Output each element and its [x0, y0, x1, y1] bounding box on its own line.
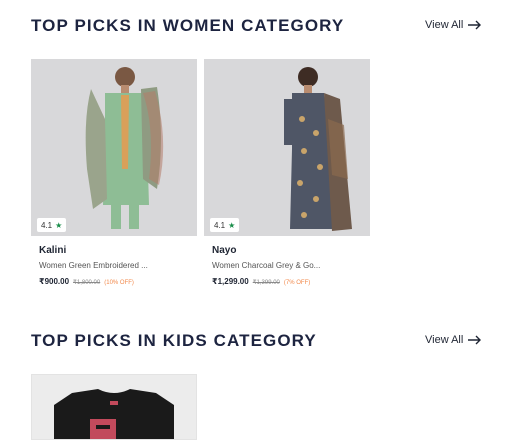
product-price: ₹900.00: [39, 277, 70, 286]
arrow-right-icon: [468, 20, 482, 30]
product-photo-nayo: [204, 59, 370, 236]
kids-view-all-link[interactable]: View All: [425, 334, 482, 346]
price-row: ₹1,299.00 ₹1,399.00 (7% OFF): [212, 277, 370, 286]
price-row: ₹900.00 ₹1,800.00 (10% OFF): [39, 277, 197, 286]
rating-value: 4.1: [41, 220, 53, 230]
rating-badge: 4.1 ★: [37, 218, 67, 232]
product-image[interactable]: [31, 374, 197, 440]
product-card[interactable]: 4.1 ★ Nayo Women Charcoal Grey & Go... ₹…: [204, 59, 370, 286]
product-image[interactable]: 4.1 ★: [31, 59, 197, 236]
star-icon: ★: [55, 220, 63, 230]
view-all-label: View All: [425, 19, 464, 31]
arrow-right-icon: [468, 335, 482, 345]
product-discount: (7% OFF): [283, 280, 311, 286]
product-photo-kids-tshirt: [32, 375, 196, 439]
product-card[interactable]: [31, 374, 197, 440]
rating-value: 4.1: [214, 220, 226, 230]
women-section-title: TOP PICKS IN WOMEN CATEGORY: [31, 16, 345, 35]
product-image[interactable]: 4.1 ★: [204, 59, 370, 236]
product-brand[interactable]: Kalini: [39, 245, 197, 256]
product-description[interactable]: Women Green Embroidered ...: [39, 261, 197, 270]
product-photo-kalini: [31, 59, 197, 236]
product-brand[interactable]: Nayo: [212, 245, 370, 256]
star-icon: ★: [228, 220, 236, 230]
view-all-label: View All: [425, 334, 464, 346]
women-view-all-link[interactable]: View All: [425, 19, 482, 31]
product-mrp: ₹1,399.00: [252, 280, 280, 286]
product-mrp: ₹1,800.00: [73, 280, 101, 286]
product-discount: (10% OFF): [104, 280, 134, 286]
rating-badge: 4.1 ★: [210, 218, 240, 232]
product-description[interactable]: Women Charcoal Grey & Go...: [212, 261, 370, 270]
product-card[interactable]: 4.1 ★ Kalini Women Green Embroidered ...…: [31, 59, 197, 286]
kids-section-title: TOP PICKS IN KIDS CATEGORY: [31, 331, 317, 350]
product-price: ₹1,299.00: [212, 277, 249, 286]
